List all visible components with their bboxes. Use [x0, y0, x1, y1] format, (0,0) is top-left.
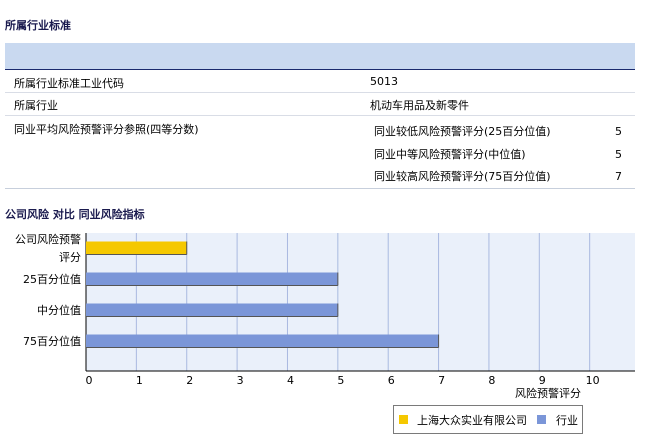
- x-tick-label-1: 1: [136, 374, 143, 387]
- chart-legend: 上海大众实业有限公司 行业: [393, 405, 583, 434]
- y-tick-label: 25百分位值: [23, 272, 81, 286]
- legend-swatch-industry: [537, 415, 546, 424]
- x-tick-label-8: 8: [488, 374, 495, 387]
- y-tick-label: 75百分位值: [23, 334, 81, 348]
- y-tick-label: 评分: [59, 251, 81, 264]
- bar-industry-3: [86, 334, 439, 348]
- x-tick-label-6: 6: [388, 374, 395, 387]
- x-tick-label-0: 0: [86, 374, 93, 387]
- x-tick-label-2: 2: [186, 374, 193, 387]
- y-tick-label: 公司风险预警: [15, 232, 81, 246]
- y-tick-label: 中分位值: [37, 303, 81, 317]
- x-tick-label-5: 5: [337, 374, 344, 387]
- x-tick-label-9: 9: [539, 374, 546, 387]
- bar-industry-1: [86, 272, 338, 286]
- legend-label-company: 上海大众实业有限公司: [417, 414, 527, 427]
- x-tick-label-10: 10: [586, 374, 600, 387]
- bar-industry-2: [86, 303, 338, 317]
- legend-swatch-company: [399, 415, 408, 424]
- x-tick-label-3: 3: [237, 374, 244, 387]
- x-tick-label-7: 7: [438, 374, 445, 387]
- x-tick-label-4: 4: [287, 374, 294, 387]
- legend-label-industry: 行业: [556, 414, 578, 427]
- risk-comparison-chart: 0 1 2 3 4 5 6 7 8 9 10 公司风险预警评分 25百分位值中分位值 75百分位值风险预警…: [15, 232, 635, 400]
- bar-company-0: [86, 241, 187, 255]
- x-axis-label: 风险预警评分: [515, 386, 581, 400]
